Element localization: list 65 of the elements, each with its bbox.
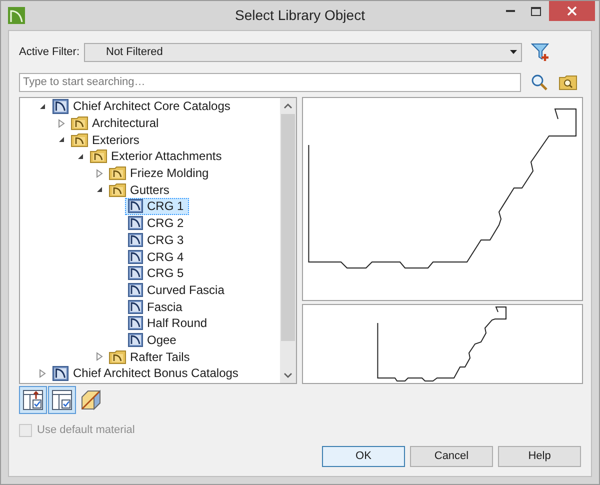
tree-item[interactable]: Ogee <box>125 332 182 348</box>
tree-item[interactable]: CRG 5 <box>125 264 189 282</box>
tree-item[interactable]: Exteriors <box>68 131 144 148</box>
tree-item[interactable]: Chief Architect Bonus Catalogs <box>49 365 244 382</box>
maximize-icon <box>531 6 541 16</box>
folder-icon <box>109 182 126 197</box>
folder-icon <box>71 116 88 130</box>
material-cube-icon <box>80 388 102 410</box>
profile-icon <box>52 98 69 114</box>
dialog-button[interactable]: Cancel <box>410 446 493 467</box>
tree-item[interactable]: Frieze Molding <box>106 164 214 182</box>
expand-arrow-icon[interactable] <box>96 352 102 362</box>
folder-icon <box>90 149 107 164</box>
app-logo-icon <box>8 7 25 24</box>
dialog-button[interactable]: Help <box>498 446 581 467</box>
collapse-arrow-icon[interactable] <box>96 186 102 194</box>
tree-item[interactable]: Fascia <box>125 298 188 315</box>
collapse-arrow-icon[interactable] <box>58 136 64 144</box>
dialog-button[interactable]: OK <box>322 446 405 467</box>
close-icon <box>567 6 577 16</box>
tree-item[interactable]: Exterior Attachments <box>87 148 227 165</box>
dropdown-arrow-icon <box>510 50 517 54</box>
tree-item[interactable]: Gutters <box>106 181 174 198</box>
scroll-thumb[interactable] <box>281 114 295 341</box>
profile-icon <box>128 332 143 347</box>
profile-icon <box>128 199 143 214</box>
view-toggle-button[interactable] <box>19 386 47 414</box>
tree-item[interactable]: Half Round <box>125 314 212 332</box>
collapse-arrow-icon[interactable] <box>38 102 46 110</box>
folder-icon <box>109 350 126 364</box>
scrollbar[interactable] <box>280 98 296 383</box>
view-toggle-button[interactable] <box>48 386 76 414</box>
tree-item[interactable]: Chief Architect Core Catalogs <box>49 98 236 115</box>
profile-icon <box>128 216 143 230</box>
search-field[interactable]: Type to start searching… <box>19 72 521 92</box>
tree-item[interactable]: CRG 2 <box>125 214 189 232</box>
profile-icon <box>128 282 143 297</box>
table-check-icon <box>51 388 73 410</box>
expand-arrow-icon[interactable] <box>58 118 64 128</box>
tree-item[interactable]: Curved Fascia <box>125 282 230 298</box>
window-title: Select Library Object <box>234 6 366 25</box>
profile-icon <box>128 300 143 314</box>
profile-icon <box>128 232 143 247</box>
tree-item[interactable]: CRG 3 <box>125 232 189 248</box>
tree-item[interactable]: Architectural <box>68 114 164 132</box>
profile-icon <box>52 366 69 381</box>
tree-item[interactable]: Rafter Tails <box>106 348 195 365</box>
folder-icon <box>109 166 126 180</box>
expand-arrow-icon[interactable] <box>38 368 46 378</box>
filter-label: Active Filter: <box>19 44 81 60</box>
minimize-icon <box>506 10 514 12</box>
profile-icon <box>128 316 143 330</box>
collapse-arrow-icon[interactable] <box>76 152 84 160</box>
folder-search-icon[interactable] <box>559 74 577 90</box>
close-button[interactable] <box>549 1 595 21</box>
search-icon[interactable] <box>531 74 548 90</box>
expand-arrow-icon[interactable] <box>96 168 102 178</box>
profile-icon <box>128 250 143 264</box>
checkbox-label: Use default material <box>37 422 135 438</box>
filter-add-icon[interactable] <box>531 42 551 62</box>
tree-item[interactable]: CRG 4 <box>125 248 189 265</box>
tree-item[interactable]: CRG 1 <box>125 198 189 215</box>
folder-icon <box>71 132 88 147</box>
profile-icon <box>128 266 143 280</box>
filter-dropdown[interactable]: Not Filtered <box>84 42 522 62</box>
